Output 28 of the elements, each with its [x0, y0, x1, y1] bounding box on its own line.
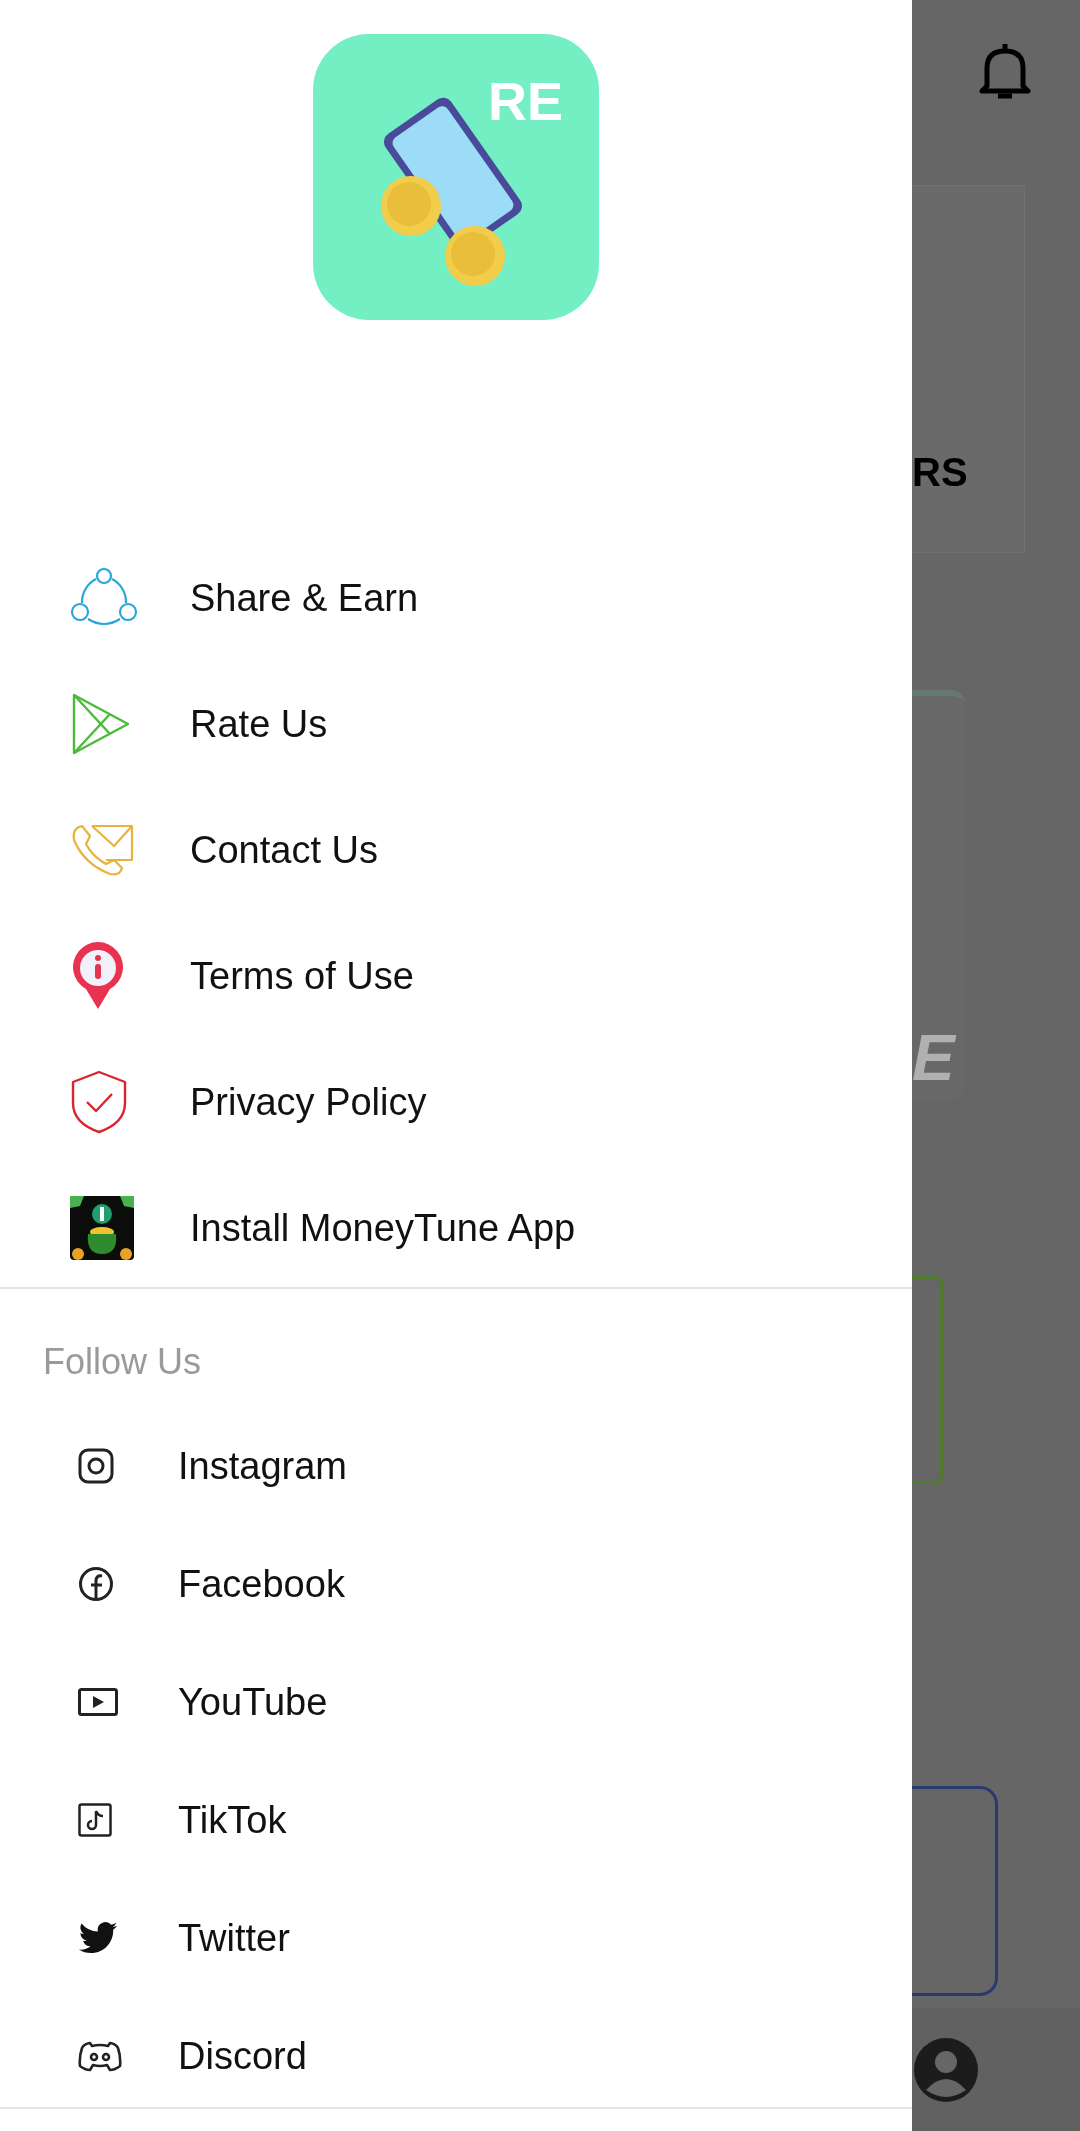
discord-icon	[78, 2039, 122, 2073]
social-link[interactable]: TikTok	[0, 1761, 912, 1879]
info-pin-icon	[70, 941, 126, 1011]
card-text: RS	[912, 452, 969, 492]
profile-avatar-icon[interactable]	[914, 2037, 978, 2102]
video-play-icon	[78, 1688, 118, 1716]
menu-item[interactable]: Install MoneyTune App	[0, 1165, 912, 1291]
social-link[interactable]: YouTube	[0, 1643, 912, 1761]
bird-icon	[78, 1922, 118, 1954]
menu-item[interactable]: Privacy Policy	[0, 1039, 912, 1165]
money-pot-icon	[70, 1196, 134, 1260]
menu-item[interactable]: Share & Earn	[0, 535, 912, 661]
instagram-icon	[78, 1448, 114, 1484]
tiktok-icon	[78, 1803, 112, 1837]
banner-text: E	[912, 1026, 958, 1090]
social-link[interactable]: Twitter	[0, 1879, 912, 1997]
menu-item[interactable]: Rate Us	[0, 661, 912, 787]
menu-item[interactable]: Contact Us	[0, 787, 912, 913]
logo-text: RE	[488, 74, 563, 128]
facebook-icon	[78, 1566, 114, 1602]
section-heading: Follow Us	[43, 1340, 203, 1384]
social-link[interactable]: Facebook	[0, 1525, 912, 1643]
social-link[interactable]: Instagram	[0, 1407, 912, 1525]
play-store-icon	[70, 691, 132, 757]
menu-item[interactable]: Terms of Use	[0, 913, 912, 1039]
phone-envelope-icon	[70, 822, 136, 878]
shield-check-icon	[70, 1069, 128, 1135]
social-link[interactable]: Discord	[0, 1997, 912, 2115]
